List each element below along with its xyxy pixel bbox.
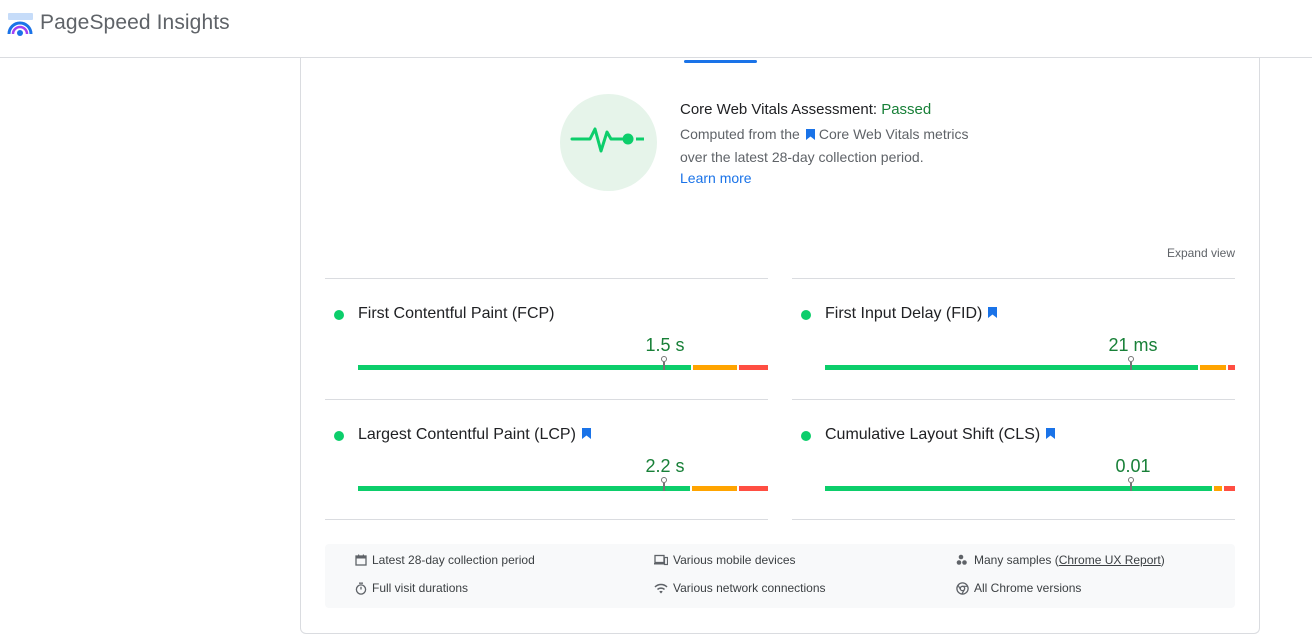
bookmark-icon[interactable] <box>581 426 591 444</box>
good-status-dot <box>334 310 344 320</box>
devices-icon <box>654 554 668 566</box>
assessment-status: Passed <box>881 101 932 118</box>
metric-value: 21 ms <box>1108 335 1158 355</box>
metric-distribution-bar <box>358 356 768 370</box>
info-durations-text: Full visit durations <box>372 581 469 595</box>
metric-distribution-bar <box>825 356 1235 370</box>
bar-segment-good <box>358 365 691 370</box>
bar-segment-good <box>358 486 690 491</box>
bar-segment-poor <box>1228 365 1235 370</box>
metric-label-text: Largest Contentful Paint (LCP) <box>358 426 576 443</box>
info-durations: Full visit durations <box>355 581 468 595</box>
metric-lcp: Largest Contentful Paint (LCP) 2.2 s <box>325 399 768 520</box>
assessment-line-1-suffix: Core Web Vitals metrics <box>818 126 969 142</box>
assessment-line-1-prefix: Computed from the <box>680 126 800 142</box>
bookmark-icon[interactable] <box>1046 426 1056 444</box>
assessment-title: Core Web Vitals Assessment: Passed <box>680 100 1010 120</box>
bar-segment-needs-improvement <box>1214 486 1222 491</box>
metric-value: 2.2 s <box>645 456 685 476</box>
bar-segment-good <box>825 486 1212 491</box>
stopwatch-icon <box>355 582 367 595</box>
percentile-marker <box>1128 356 1134 370</box>
data-source-info-panel: Latest 28-day collection period Full vis… <box>325 544 1235 608</box>
info-period-text: Latest 28-day collection period <box>372 553 535 567</box>
wifi-icon <box>654 583 668 593</box>
good-status-dot <box>334 431 344 441</box>
metric-fid: First Input Delay (FID) 21 ms <box>792 278 1235 399</box>
metric-label-text: First Contentful Paint (FCP) <box>358 305 555 322</box>
top-bar: PageSpeed Insights <box>0 0 1312 58</box>
chrome-icon <box>956 581 969 595</box>
info-network: Various network connections <box>654 581 826 595</box>
percentile-marker <box>661 477 667 491</box>
learn-more-link[interactable]: Learn more <box>680 168 752 188</box>
metric-label[interactable]: First Contentful Paint (FCP) <box>358 305 555 323</box>
metric-cls: Cumulative Layout Shift (CLS) 0.01 <box>792 399 1235 520</box>
bar-segment-needs-improvement <box>1200 365 1226 370</box>
metric-label-text: Cumulative Layout Shift (CLS) <box>825 426 1041 443</box>
bookmark-icon[interactable] <box>805 124 815 146</box>
metric-label-text: First Input Delay (FID) <box>825 305 983 322</box>
info-chrome: All Chrome versions <box>956 581 1081 595</box>
metric-value: 0.01 <box>1115 456 1151 476</box>
core-web-vitals-card: Core Web Vitals Assessment: Passed Compu… <box>300 58 1260 634</box>
info-period: Latest 28-day collection period <box>355 553 535 567</box>
chrome-ux-report-link[interactable]: Chrome UX Report <box>1059 553 1161 567</box>
bar-segment-good <box>825 365 1198 370</box>
calendar-icon <box>355 554 367 566</box>
good-status-dot <box>801 431 811 441</box>
metric-fcp: First Contentful Paint (FCP) 1.5 s <box>325 278 768 399</box>
percentile-marker <box>1128 477 1134 491</box>
info-samples-suffix: ) <box>1160 553 1165 567</box>
metric-label[interactable]: First Input Delay (FID) <box>825 305 998 323</box>
bar-segment-poor <box>739 486 768 491</box>
expand-view-button[interactable]: Expand view <box>1167 246 1235 260</box>
assessment-line-2: over the latest 28-day collection period… <box>680 149 924 165</box>
brand-title[interactable]: PageSpeed Insights <box>40 11 230 35</box>
assessment-badge <box>560 94 657 191</box>
percentile-marker <box>661 356 667 370</box>
assessment-line-1: Computed from the Core Web Vitals metrics <box>680 123 1010 146</box>
metric-label[interactable]: Cumulative Layout Shift (CLS) <box>825 426 1056 444</box>
bar-segment-poor <box>739 365 768 370</box>
assessment-text: Core Web Vitals Assessment: Passed Compu… <box>680 100 1010 188</box>
metric-value: 1.5 s <box>645 335 685 355</box>
bar-segment-needs-improvement <box>693 365 737 370</box>
assessment-title-label: Core Web Vitals Assessment: <box>680 101 882 118</box>
info-devices-text: Various mobile devices <box>673 553 796 567</box>
vitals-pulse-icon <box>570 127 644 153</box>
tab-indicator <box>684 60 757 63</box>
good-status-dot <box>801 310 811 320</box>
info-samples-prefix: Many samples ( <box>974 553 1059 567</box>
metric-distribution-bar <box>358 477 768 491</box>
info-devices: Various mobile devices <box>654 553 796 567</box>
samples-icon <box>956 554 967 565</box>
metric-label[interactable]: Largest Contentful Paint (LCP) <box>358 426 591 444</box>
pagespeed-logo-icon[interactable] <box>7 12 34 36</box>
metric-distribution-bar <box>825 477 1235 491</box>
info-chrome-text: All Chrome versions <box>974 581 1082 595</box>
info-samples: Many samples (Chrome UX Report) <box>956 553 1165 567</box>
info-network-text: Various network connections <box>673 581 826 595</box>
bar-segment-poor <box>1224 486 1235 491</box>
bar-segment-needs-improvement <box>692 486 737 491</box>
bookmark-icon[interactable] <box>988 305 998 323</box>
